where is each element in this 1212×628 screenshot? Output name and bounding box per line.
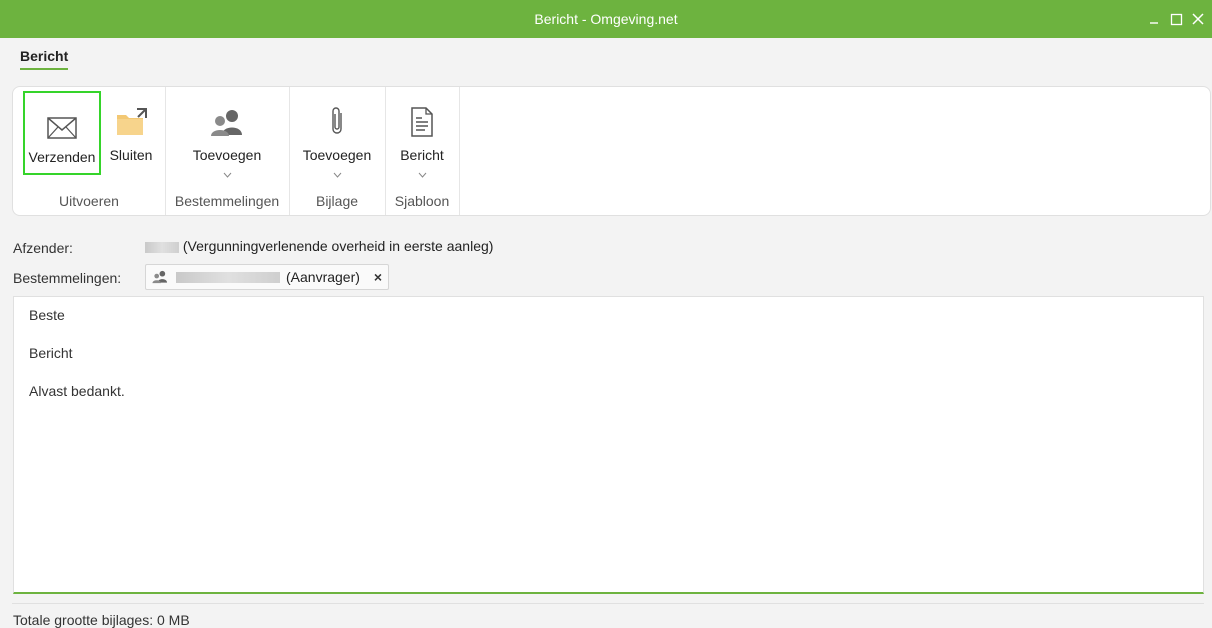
group-label-bijlage: Bijlage — [315, 193, 359, 209]
minimize-icon[interactable] — [1146, 11, 1162, 27]
send-label: Verzenden — [28, 149, 96, 165]
recipients-label: Bestemmelingen: — [13, 270, 122, 286]
group-bijlage: Toevoegen Bijlage — [289, 87, 386, 215]
window-controls — [1146, 0, 1206, 38]
users-icon — [152, 270, 168, 284]
chevron-down-icon — [333, 165, 342, 181]
chevron-down-icon — [418, 165, 427, 181]
editor-line-body: Bericht — [29, 345, 73, 361]
tab-bericht[interactable]: Bericht — [20, 48, 69, 70]
add-recipient-label: Toevoegen — [192, 147, 262, 163]
chevron-down-icon — [223, 165, 232, 181]
maximize-icon[interactable] — [1168, 11, 1184, 27]
window-title: Bericht - Omgeving.net — [534, 11, 678, 27]
send-button[interactable]: Verzenden — [23, 91, 101, 175]
recipient-chip[interactable]: (Aanvrager) × — [145, 264, 389, 290]
group-sjabloon: Bericht Sjabloon — [385, 87, 460, 215]
sender-role: (Vergunningverlenende overheid in eerste… — [182, 238, 494, 254]
users-icon — [210, 103, 244, 137]
sender-label: Afzender: — [13, 240, 73, 256]
sender-value: (Vergunningverlenende overheid in eerste… — [145, 238, 493, 254]
redacted-sender-name — [145, 241, 179, 253]
add-attachment-label: Toevoegen — [302, 147, 372, 163]
recipient-role: (Aanvrager) — [286, 269, 360, 285]
template-message-button[interactable]: Bericht — [385, 87, 459, 181]
document-icon — [410, 103, 434, 137]
add-recipient-button[interactable]: Toevoegen — [165, 87, 289, 181]
group-uitvoeren: Verzenden Sluiten Uitvoeren — [13, 87, 166, 215]
template-message-label: Bericht — [400, 147, 444, 163]
redacted-recipient-name — [176, 271, 280, 283]
close-button[interactable]: Sluiten — [105, 87, 157, 163]
ribbon: Verzenden Sluiten Uitvoeren Toevoegen Be… — [12, 86, 1211, 216]
editor-line-closing: Alvast bedankt. — [29, 383, 125, 399]
divider — [12, 603, 1204, 604]
editor-line-greeting: Beste — [29, 307, 65, 323]
group-bestemmelingen: Toevoegen Bestemmelingen — [165, 87, 290, 215]
close-label: Sluiten — [109, 147, 153, 163]
paperclip-icon — [329, 103, 345, 137]
remove-recipient-icon[interactable]: × — [374, 269, 382, 285]
message-editor[interactable]: Beste Bericht Alvast bedankt. — [13, 296, 1204, 594]
add-attachment-button[interactable]: Toevoegen — [289, 87, 385, 181]
group-label-sjabloon: Sjabloon — [394, 193, 450, 209]
close-icon[interactable] — [1190, 11, 1206, 27]
folder-icon — [115, 103, 147, 137]
envelope-icon — [47, 105, 77, 139]
group-label-uitvoeren: Uitvoeren — [59, 193, 119, 209]
group-label-bestemmelingen: Bestemmelingen — [174, 193, 280, 209]
title-bar: Bericht - Omgeving.net — [0, 0, 1212, 38]
